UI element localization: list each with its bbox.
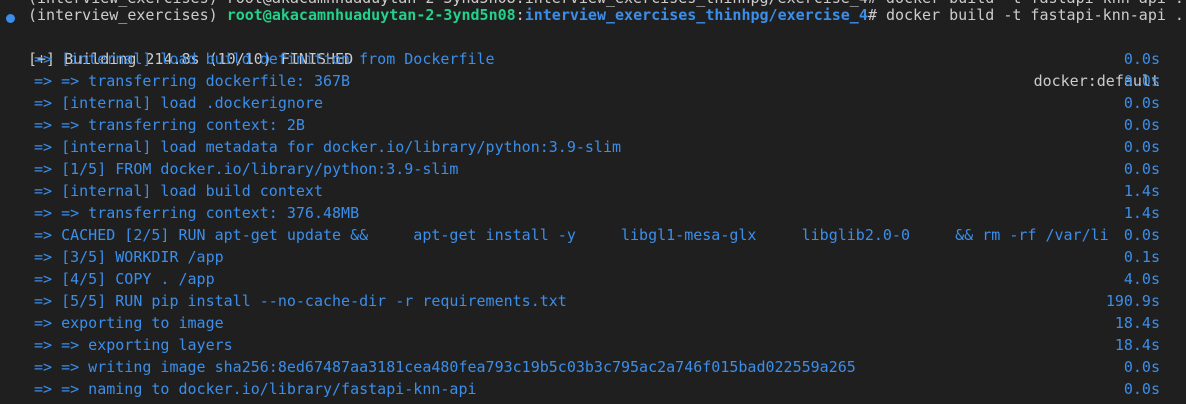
build-header-row: [+] Building 214.8s (10/10) FINISHED doc… [0, 26, 1186, 90]
build-step-text: => [1/5] FROM docker.io/library/python:3… [34, 160, 459, 178]
build-step-row: => [internal] load build definition from… [0, 48, 1186, 70]
build-step-text: => [3/5] WORKDIR /app [34, 248, 224, 266]
build-output: [+] Building 214.8s (10/10) FINISHED doc… [0, 26, 1186, 400]
build-step-time: 1.4s [1123, 182, 1160, 200]
build-step-row: => [3/5] WORKDIR /app 0.1s [0, 246, 1186, 268]
build-step-text: => CACHED [2/5] RUN apt-get update && ap… [34, 226, 1109, 244]
build-step-time: 18.4s [1114, 314, 1160, 332]
build-step-time: 0.0s [1123, 138, 1160, 156]
build-step-row: => => transferring context: 376.48MB 1.4s [0, 202, 1186, 224]
build-step-row: => => naming to docker.io/library/fastap… [0, 378, 1186, 400]
prompt-separator: : [515, 6, 525, 24]
command-text: docker build -t fastapi-knn-api . [885, 6, 1184, 24]
build-step-time: 0.0s [1123, 72, 1160, 90]
build-step-row: => [internal] load build context 1.4s [0, 180, 1186, 202]
build-step-time: 0.0s [1123, 226, 1160, 244]
build-step-time: 0.1s [1123, 248, 1160, 266]
build-step-row: => [4/5] COPY . /app 4.0s [0, 268, 1186, 290]
build-step-text: => [5/5] RUN pip install --no-cache-dir … [34, 292, 567, 310]
venv-label: (interview_exercises) [28, 6, 227, 24]
prompt-symbol: # [867, 6, 886, 24]
build-step-time: 0.0s [1123, 160, 1160, 178]
build-step-time: 0.0s [1123, 116, 1160, 134]
build-step-row: => [1/5] FROM docker.io/library/python:3… [0, 158, 1186, 180]
build-step-row: => [5/5] RUN pip install --no-cache-dir … [0, 290, 1186, 312]
build-step-text: => => transferring context: 376.48MB [34, 204, 360, 222]
build-step-row: => => transferring dockerfile: 367B 0.0s [0, 70, 1186, 92]
build-step-time: 0.0s [1123, 358, 1160, 376]
build-step-text: => => transferring context: 2B [34, 116, 305, 134]
user-host: root@akacamnhuaduytan-2-3ynd5n08 [226, 6, 516, 24]
build-step-text: => => exporting layers [34, 336, 233, 354]
build-step-text: => [internal] load build context [34, 182, 323, 200]
build-step-time: 4.0s [1123, 270, 1160, 288]
prompt-text: (interview_exercises) root@akacamnhuaduy… [28, 4, 1184, 26]
build-step-text: => [internal] load .dockerignore [34, 94, 323, 112]
build-step-text: => [internal] load metadata for docker.i… [34, 138, 621, 156]
build-step-time: 0.0s [1123, 94, 1160, 112]
current-directory: interview_exercises_thinhpg/exercise_4 [524, 6, 868, 24]
build-step-time: 1.4s [1123, 204, 1160, 222]
build-step-text: => => naming to docker.io/library/fastap… [34, 380, 477, 398]
build-step-row: => CACHED [2/5] RUN apt-get update && ap… [0, 224, 1186, 246]
command-decoration-icon[interactable] [6, 14, 15, 23]
build-step-time: 190.9s [1105, 292, 1160, 310]
build-step-row: => exporting to image 18.4s [0, 312, 1186, 334]
build-step-row: => [internal] load metadata for docker.i… [0, 136, 1186, 158]
build-step-text: => exporting to image [34, 314, 224, 332]
terminal-panel[interactable]: (interview_exercises) root@akacamnhuaduy… [0, 0, 1186, 404]
build-step-time: 0.0s [1123, 50, 1160, 68]
command-prompt-line: (interview_exercises) root@akacamnhuaduy… [0, 4, 1184, 26]
build-step-time: 0.0s [1123, 380, 1160, 398]
build-step-text: => [4/5] COPY . /app [34, 270, 215, 288]
build-step-row: => => exporting layers 18.4s [0, 334, 1186, 356]
build-step-row: => => transferring context: 2B 0.0s [0, 114, 1186, 136]
build-step-text: => => writing image sha256:8ed67487aa318… [34, 358, 856, 376]
build-step-row: => => writing image sha256:8ed67487aa318… [0, 356, 1186, 378]
build-step-text: => [internal] load build definition from… [34, 50, 495, 68]
build-step-row: => [internal] load .dockerignore 0.0s [0, 92, 1186, 114]
build-step-time: 18.4s [1114, 336, 1160, 354]
build-step-text: => => transferring dockerfile: 367B [34, 72, 351, 90]
